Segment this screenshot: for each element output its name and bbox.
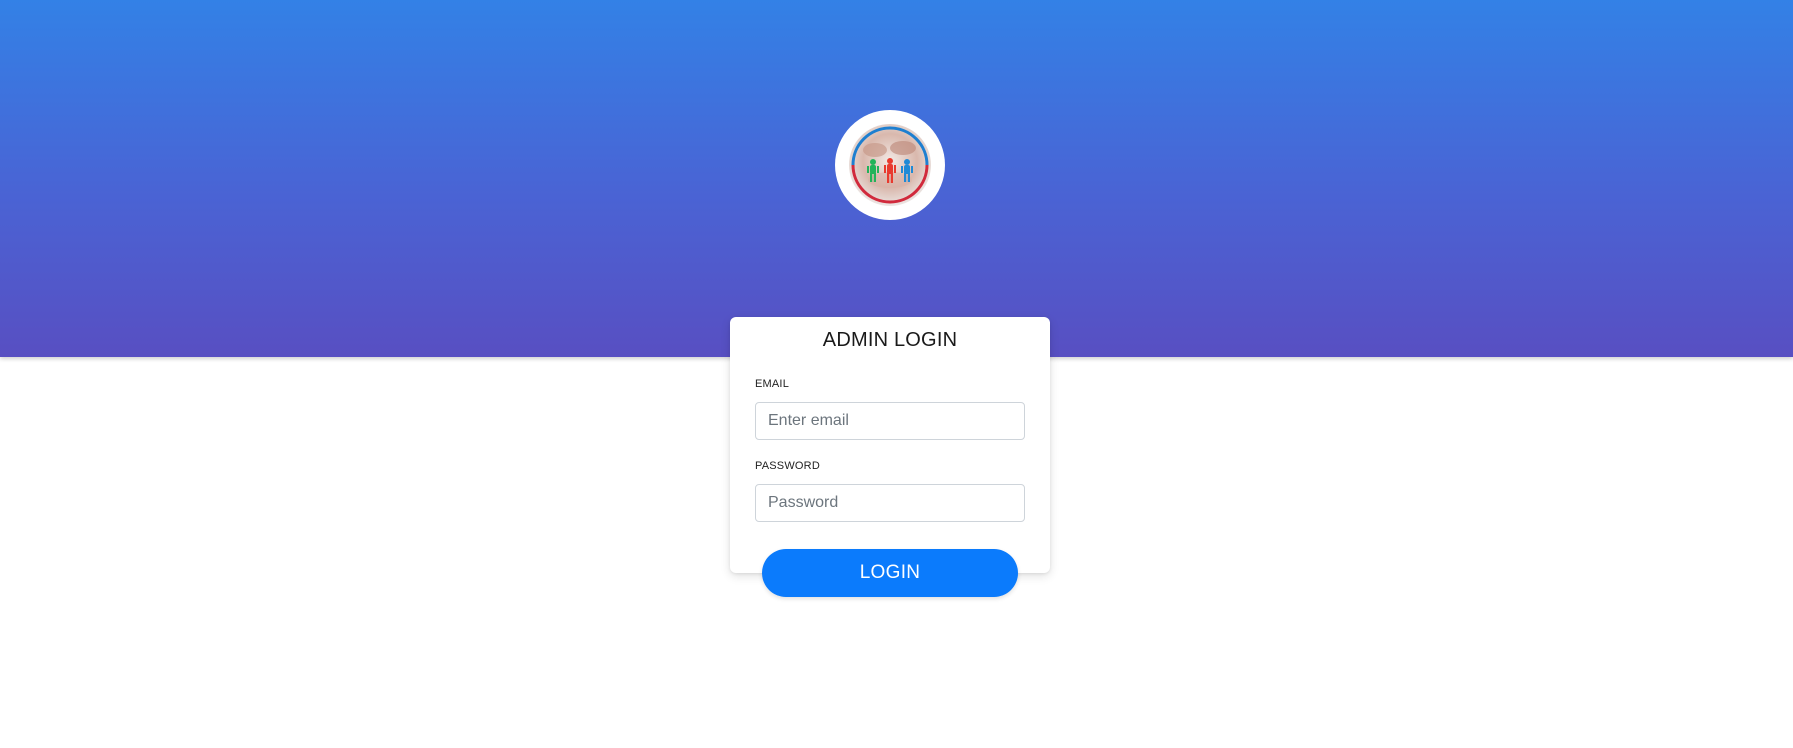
- email-label: EMAIL: [755, 378, 790, 390]
- login-page: ADMIN LOGIN EMAIL PASSWORD LOGIN: [0, 0, 1793, 748]
- login-title: ADMIN LOGIN: [822, 329, 958, 351]
- login-button[interactable]: LOGIN: [762, 549, 1018, 597]
- password-field[interactable]: [755, 484, 1025, 522]
- login-card: ADMIN LOGIN EMAIL PASSWORD: [730, 317, 1050, 573]
- password-label: PASSWORD: [755, 460, 820, 472]
- people-circle-logo-icon: [849, 124, 931, 206]
- logo: [835, 110, 945, 220]
- header-banner: [0, 0, 1793, 357]
- email-field[interactable]: [755, 402, 1025, 440]
